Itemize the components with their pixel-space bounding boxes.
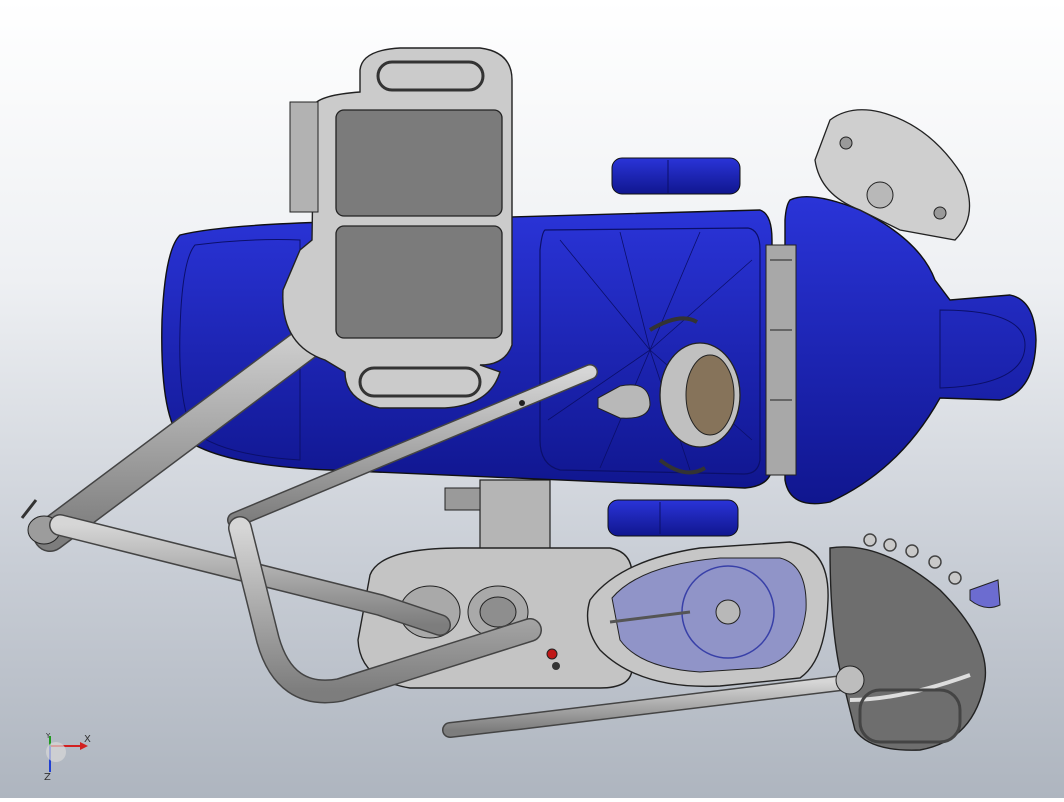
y-axis-label: Y <box>45 732 51 740</box>
seat-hinge <box>765 244 797 476</box>
cad-graphics-viewport[interactable] <box>0 0 1064 798</box>
x-axis-label: X <box>84 734 91 745</box>
dental-chair-model[interactable] <box>0 0 1064 798</box>
z-axis-label: Z <box>44 772 51 782</box>
coordinate-triad: X Y Z <box>38 732 98 783</box>
triad-origin <box>46 742 66 762</box>
instrument-tray <box>829 533 1001 751</box>
chair-base <box>357 479 633 689</box>
operator-monitor <box>282 47 513 409</box>
